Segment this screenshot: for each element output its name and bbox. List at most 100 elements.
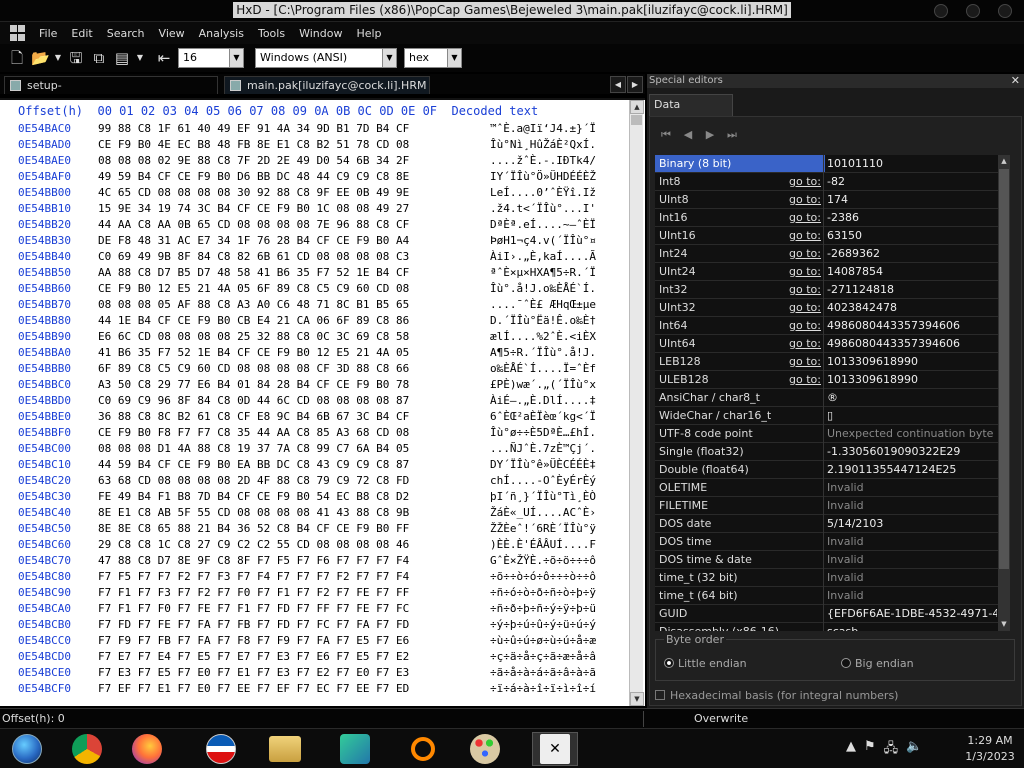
goto-link[interactable]: go to: (789, 353, 821, 370)
first-icon[interactable]: ⏮ (658, 127, 674, 143)
hex-row-bytes[interactable]: F7 F9 F7 FB F7 FA F7 F8 F7 F9 F7 FA F7 E… (98, 634, 409, 648)
hex-row-text[interactable]: 6ˆÈŒ²aÈÏèœ´kg<´Ï (490, 410, 596, 424)
inspector-row-value[interactable]: 2.19011355447124E25 (827, 461, 997, 478)
properties-icon[interactable]: ▤ (113, 49, 131, 67)
hex-row-text[interactable]: D.´ÏÎù°Ëä!Ê.o‰È† (490, 314, 596, 328)
previous-icon[interactable]: ◀ (680, 127, 696, 143)
hex-row-text[interactable]: ÷ç÷ä÷å÷ç÷ã÷æ÷å÷â (490, 650, 596, 664)
goto-link[interactable]: go to: (789, 245, 821, 262)
hex-row-text[interactable]: ÷ñ÷ð÷þ÷ñ÷ý÷ÿ÷þ÷ü (490, 602, 596, 616)
inspector-row[interactable]: UInt24 go to: 14087854 (655, 263, 998, 281)
hex-row-bytes[interactable]: FE 49 B4 F1 B8 7D B4 CF CE F9 B0 54 EC B… (98, 490, 409, 504)
hex-row-offset[interactable]: 0E54BBE0 (18, 410, 71, 424)
network-icon[interactable]: 🖧 (884, 739, 899, 761)
flag-icon[interactable]: ⚑ (864, 739, 876, 761)
inspector-row-value[interactable]: 10101110 (827, 155, 997, 172)
hex-scrollbar[interactable]: ▲ ▼ (629, 100, 644, 706)
close-icon[interactable]: ✕ (1011, 74, 1020, 88)
taskbar-paint[interactable] (462, 732, 508, 766)
inspector-row-value[interactable]: 1013309618990 (827, 371, 997, 388)
inspector-row[interactable]: ULEB128 go to: 1013309618990 (655, 371, 998, 389)
tab-main-pak[interactable]: main.pak[iluzifayc@cock.li].HRM (224, 76, 430, 94)
hex-row-offset[interactable]: 0E54BC10 (18, 458, 71, 472)
hex-row-text[interactable]: þI´ñ¸}´ÏÎù°Tì¸ÈÒ (490, 490, 596, 504)
hex-row-text[interactable]: ÞøH1¬ç4.v(´ÏÎù°¤ (490, 234, 596, 248)
hex-row-text[interactable]: o‰ÈÅÉ`Í....Ï=ˆÈf (490, 362, 596, 376)
hex-row-text[interactable]: A¶5÷R.´ÏÎù°.å!J. (490, 346, 596, 360)
taskbar-hxd[interactable]: ✕ (532, 732, 578, 766)
inspector-row[interactable]: Int8 go to: -82 (655, 173, 998, 191)
hex-row-bytes[interactable]: 41 B6 35 F7 52 1E B4 CF CE F9 B0 12 E5 2… (98, 346, 409, 360)
hex-row-bytes[interactable]: 15 9E 34 19 74 3C B4 CF CE F9 B0 1C 08 0… (98, 202, 409, 216)
inspector-row-value[interactable]: Invalid (827, 533, 997, 550)
inspector-row-value[interactable]: 14087854 (827, 263, 997, 280)
open-folder-icon[interactable]: 📂 (31, 49, 50, 67)
taskbar-app[interactable] (198, 732, 244, 766)
hex-row-bytes[interactable]: C0 69 C9 96 8F 84 C8 0D 44 6C CD 08 08 0… (98, 394, 409, 408)
hex-row-bytes[interactable]: 49 59 B4 CF CE F9 B0 D6 BB DC 48 44 C9 C… (98, 170, 409, 184)
inspector-row-value[interactable]: Invalid (827, 587, 997, 604)
inspector-row[interactable]: DOS time Invalid (655, 533, 998, 551)
hex-row-offset[interactable]: 0E54BB50 (18, 266, 71, 280)
hex-row-offset[interactable]: 0E54BCF0 (18, 682, 71, 696)
hex-row-offset[interactable]: 0E54BAD0 (18, 138, 71, 152)
hex-row-offset[interactable]: 0E54BAE0 (18, 154, 71, 168)
inspector-row[interactable]: UInt64 go to: 4986080443357394606 (655, 335, 998, 353)
hex-row-bytes[interactable]: F7 FD F7 FE F7 FA F7 FB F7 FD F7 FC F7 F… (98, 618, 409, 632)
inspector-row[interactable]: OLETIME Invalid (655, 479, 998, 497)
status-mode[interactable]: Overwrite (694, 712, 748, 725)
menu-view[interactable]: View (152, 27, 192, 40)
inspector-row-value[interactable]: 1013309618990 (827, 353, 997, 370)
hex-row-offset[interactable]: 0E54BC80 (18, 570, 71, 584)
hex-row-bytes[interactable]: 47 88 C8 D7 8E 9F C8 8F F7 F5 F7 F6 F7 F… (98, 554, 409, 568)
last-icon[interactable]: ⏭ (724, 127, 740, 143)
new-file-icon[interactable]: 🗋 (8, 49, 26, 67)
dropdown-arrow-icon[interactable]: ▼ (54, 49, 62, 67)
menu-help[interactable]: Help (349, 27, 388, 40)
hex-row-bytes[interactable]: F7 E7 F7 E4 F7 E5 F7 E7 F7 E3 F7 E6 F7 E… (98, 650, 409, 664)
taskbar-chrome[interactable] (64, 732, 110, 766)
hex-row-text[interactable]: ÷õ÷÷ò÷ó÷ô÷÷÷ò÷÷ô (490, 570, 596, 584)
scroll-thumb[interactable] (631, 115, 642, 125)
hex-row-bytes[interactable]: F7 F1 F7 F3 F7 F2 F7 F0 F7 F1 F7 F2 F7 F… (98, 586, 409, 600)
start-button[interactable] (4, 732, 50, 766)
hex-row-bytes[interactable]: 08 08 08 05 AF 88 C8 A3 A0 C6 48 71 8C B… (98, 298, 409, 312)
inspector-row[interactable]: LEB128 go to: 1013309618990 (655, 353, 998, 371)
hex-row-offset[interactable]: 0E54BBD0 (18, 394, 71, 408)
inspector-row[interactable]: Disassembly (x86-16) scasb (655, 623, 998, 631)
scroll-up-icon[interactable]: ▲ (630, 100, 644, 114)
scroll-down-icon[interactable]: ▼ (630, 692, 644, 706)
big-endian-radio[interactable]: Big endian (841, 657, 914, 670)
hex-row-text[interactable]: Îù°ø÷÷È5DªÈ…£hÍ. (490, 426, 596, 440)
inspector-row[interactable]: Binary (8 bit) 10101110 (655, 155, 998, 173)
hex-row-offset[interactable]: 0E54BB00 (18, 186, 71, 200)
hex-row-text[interactable]: ÀiI›.„È‚kaÍ....Ã (490, 250, 596, 264)
hex-row-text[interactable]: chÍ....-OˆÈyÉrÈý (490, 474, 596, 488)
hex-row-text[interactable]: ÷ý÷þ÷ú÷û÷ý÷ü÷ú÷ý (490, 618, 596, 632)
inspector-row[interactable]: Int16 go to: -2386 (655, 209, 998, 227)
inspector-row[interactable]: AnsiChar / char8_t ® (655, 389, 998, 407)
hex-row-text[interactable]: IY´ÏÎù°Ö»ÜHDÉÉÈŽ (490, 170, 596, 184)
hex-row-bytes[interactable]: CE F9 B0 12 E5 21 4A 05 6F 89 C8 C5 C9 6… (98, 282, 409, 296)
inspector-row[interactable]: Double (float64) 2.19011355447124E25 (655, 461, 998, 479)
hex-row-bytes[interactable]: 44 1E B4 CF CE F9 B0 CB E4 21 CA 06 6F 8… (98, 314, 409, 328)
inspector-row-value[interactable]: 4986080443357394606 (827, 317, 997, 334)
hex-row-offset[interactable]: 0E54BC00 (18, 442, 71, 456)
dropdown-arrow-icon[interactable]: ▼ (136, 49, 144, 67)
hex-row-bytes[interactable]: 29 C8 C8 1C C8 27 C9 C2 C2 55 CD 08 08 0… (98, 538, 409, 552)
goto-link[interactable]: go to: (789, 371, 821, 388)
show-hidden-icons-icon[interactable]: ▲ (846, 739, 856, 761)
taskbar-firefox[interactable] (124, 732, 170, 766)
hex-row-bytes[interactable]: CE F9 B0 F8 F7 F7 C8 35 44 AA C8 85 A3 6… (98, 426, 409, 440)
hex-row-text[interactable]: ....¯ˆÈ£ ÆHqŒ±µe (490, 298, 596, 312)
hex-row-offset[interactable]: 0E54BAC0 (18, 122, 71, 136)
bytes-per-row-select[interactable]: 16 ▼ (178, 48, 244, 68)
inspector-row[interactable]: WideChar / char16_t ▯ (655, 407, 998, 425)
inspector-row-value[interactable]: Unexpected continuation byte (827, 425, 997, 442)
hex-row-bytes[interactable]: 08 08 08 D1 4A 88 C8 19 37 7A C8 99 C7 6… (98, 442, 409, 456)
hex-row-text[interactable]: ÷ñ÷ó÷ò÷ð÷ñ÷ò÷þ÷ÿ (490, 586, 596, 600)
inspector-row[interactable]: Int32 go to: -271124818 (655, 281, 998, 299)
hex-basis-checkbox[interactable]: Hexadecimal basis (for integral numbers) (655, 689, 898, 702)
hex-row-offset[interactable]: 0E54BC60 (18, 538, 71, 552)
hex-row-offset[interactable]: 0E54BC20 (18, 474, 71, 488)
